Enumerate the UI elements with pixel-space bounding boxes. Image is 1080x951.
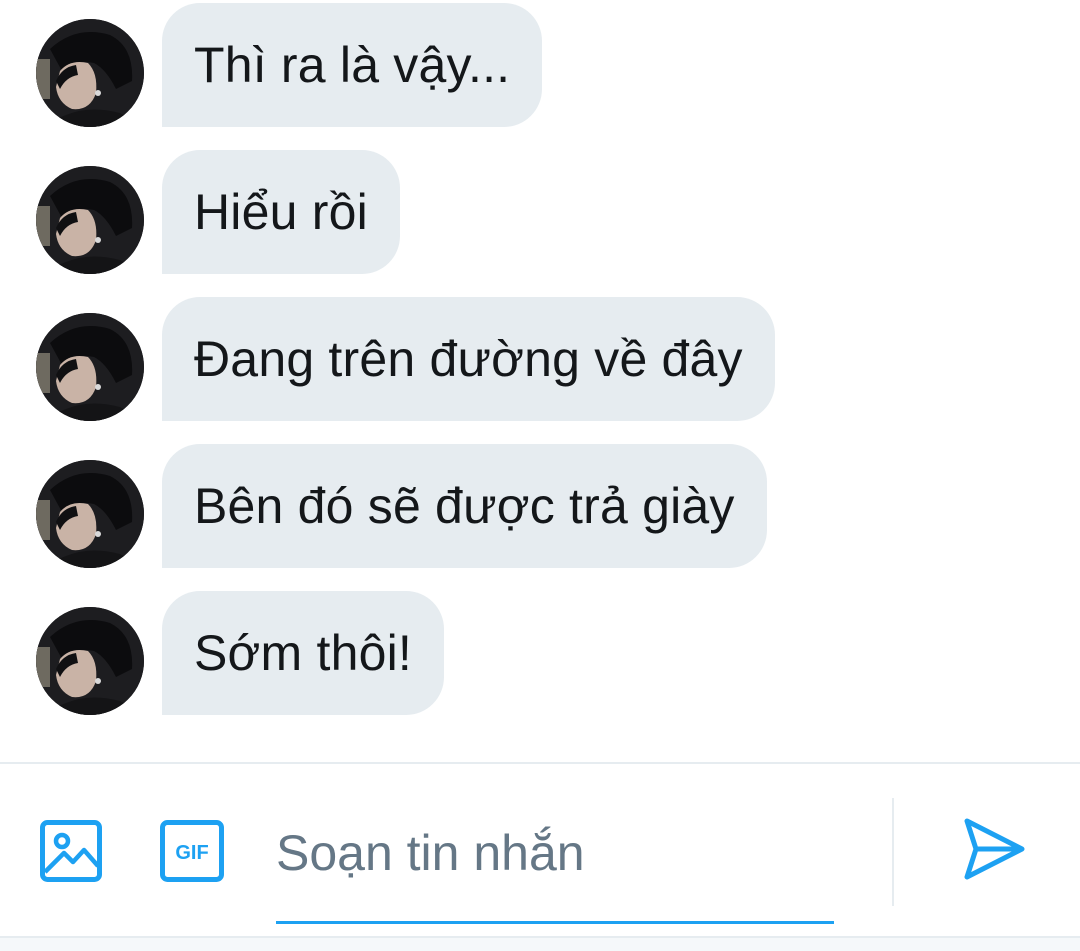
composer-divider	[892, 798, 894, 906]
message-row: Đang trên đường về đây	[0, 297, 1080, 421]
avatar-photo-icon	[36, 460, 144, 568]
message-bubble[interactable]: Sớm thôi!	[162, 591, 444, 715]
image-icon	[40, 820, 102, 882]
message-composer: GIF	[0, 762, 1080, 951]
avatar[interactable]	[36, 313, 144, 421]
message-row: Sớm thôi!	[0, 591, 1080, 715]
bottom-edge	[0, 936, 1080, 951]
message-bubble[interactable]: Thì ra là vậy...	[162, 3, 543, 127]
avatar-photo-icon	[36, 313, 144, 421]
message-input-wrapper	[276, 804, 834, 924]
message-bubble[interactable]: Đang trên đường về đây	[162, 297, 775, 421]
send-button[interactable]	[962, 816, 1026, 882]
message-thread: Thì ra là vậy... Hiểu rồi Đang trên đườn…	[0, 0, 1080, 762]
message-row: Thì ra là vậy...	[0, 3, 1080, 127]
message-row: Bên đó sẽ được trả giày	[0, 444, 1080, 568]
avatar-photo-icon	[36, 19, 144, 127]
add-image-button[interactable]	[40, 820, 102, 882]
add-gif-button[interactable]: GIF	[160, 820, 224, 882]
gif-label: GIF	[175, 842, 208, 864]
avatar[interactable]	[36, 19, 144, 127]
gif-icon: GIF	[160, 820, 224, 882]
avatar-photo-icon	[36, 166, 144, 274]
message-bubble[interactable]: Hiểu rồi	[162, 150, 400, 274]
avatar[interactable]	[36, 460, 144, 568]
avatar[interactable]	[36, 166, 144, 274]
message-input[interactable]	[276, 818, 834, 888]
message-row: Hiểu rồi	[0, 150, 1080, 274]
avatar[interactable]	[36, 607, 144, 715]
send-icon	[964, 818, 1025, 880]
avatar-photo-icon	[36, 607, 144, 715]
message-bubble[interactable]: Bên đó sẽ được trả giày	[162, 444, 767, 568]
